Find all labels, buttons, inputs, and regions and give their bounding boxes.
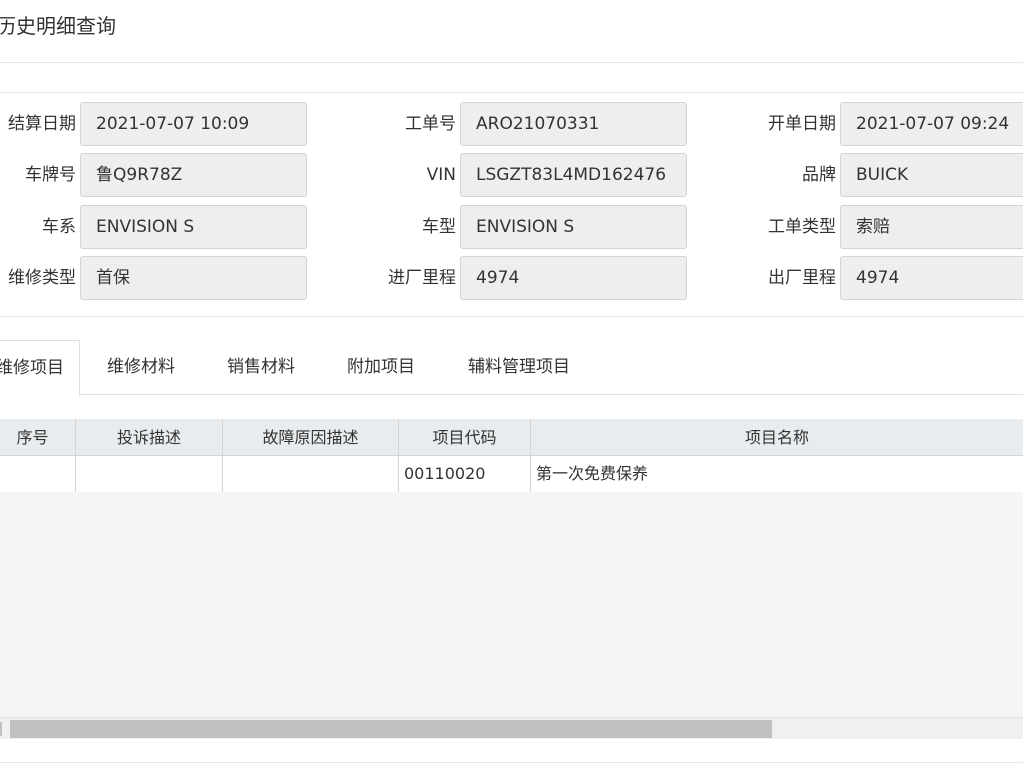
table-row[interactable]: 00110020 第一次免费保养 [0, 456, 1023, 492]
order-no-field[interactable]: ARO21070331 [460, 102, 687, 146]
series-label: 车系 [42, 217, 76, 237]
column-header-name[interactable]: 项目名称 [531, 419, 1023, 456]
form-top-divider [0, 92, 1023, 93]
repair-type-label: 维修类型 [8, 268, 76, 288]
cell-code: 00110020 [399, 456, 531, 492]
in-mileage-field[interactable]: 4974 [460, 256, 687, 300]
scroll-left-arrow[interactable] [0, 722, 2, 736]
out-mileage-field[interactable]: 4974 [840, 256, 1023, 300]
cell-cause [223, 456, 399, 492]
brand-label: 品牌 [802, 165, 836, 185]
tab-repair-materials[interactable]: 维修材料 [107, 340, 175, 395]
tab-repair-items[interactable]: 维修项目 [0, 340, 80, 396]
cell-complaint [76, 456, 223, 492]
in-mileage-label: 进厂里程 [388, 268, 456, 288]
order-no-label: 工单号 [405, 114, 456, 134]
column-header-cause[interactable]: 故障原因描述 [223, 419, 399, 456]
open-date-label: 开单日期 [768, 114, 836, 134]
tab-additional-items[interactable]: 附加项目 [347, 340, 415, 395]
settle-date-label: 结算日期 [8, 114, 76, 134]
column-header-code[interactable]: 项目代码 [399, 419, 531, 456]
model-label: 车型 [422, 217, 456, 237]
order-type-label: 工单类型 [768, 217, 836, 237]
repair-type-field[interactable]: 首保 [80, 256, 307, 300]
order-type-field[interactable]: 索赔 [840, 205, 1023, 249]
cell-seq [0, 456, 76, 492]
model-field[interactable]: ENVISION S [460, 205, 687, 249]
title-divider [0, 62, 1023, 63]
column-header-complaint[interactable]: 投诉描述 [76, 419, 223, 456]
column-header-seq[interactable]: 序号 [0, 419, 76, 456]
brand-field[interactable]: BUICK [840, 153, 1023, 197]
vin-label: VIN [426, 165, 456, 185]
series-field[interactable]: ENVISION S [80, 205, 307, 249]
detail-tabs: 维修项目 维修材料 销售材料 附加项目 辅料管理项目 [0, 340, 1023, 396]
bottom-divider [0, 762, 1023, 763]
cell-name: 第一次免费保养 [536, 464, 649, 483]
repair-items-grid: 序号 投诉描述 故障原因描述 项目代码 项目名称 00110020 第一次免费保… [0, 419, 1023, 717]
out-mileage-label: 出厂里程 [768, 268, 836, 288]
open-date-field[interactable]: 2021-07-07 09:24 [840, 102, 1023, 146]
grid-header: 序号 投诉描述 故障原因描述 项目代码 项目名称 [0, 419, 1023, 456]
history-detail-page: 历史明细查询 结算日期 2021-07-07 10:09 工单号 ARO2107… [0, 0, 1023, 768]
horizontal-scrollbar[interactable] [0, 717, 1023, 739]
tab-auxiliary-items[interactable]: 辅料管理项目 [468, 340, 570, 395]
form-bottom-divider [0, 316, 1023, 317]
tab-sales-materials[interactable]: 销售材料 [227, 340, 295, 395]
plate-label: 车牌号 [25, 165, 76, 185]
plate-field[interactable]: 鲁Q9R78Z [80, 153, 307, 197]
scrollbar-thumb[interactable] [10, 720, 772, 738]
detail-form: 结算日期 2021-07-07 10:09 工单号 ARO21070331 开单… [0, 94, 1023, 315]
vin-field[interactable]: LSGZT83L4MD162476 [460, 153, 687, 197]
settle-date-field[interactable]: 2021-07-07 10:09 [80, 102, 307, 146]
page-title: 历史明细查询 [0, 14, 116, 38]
